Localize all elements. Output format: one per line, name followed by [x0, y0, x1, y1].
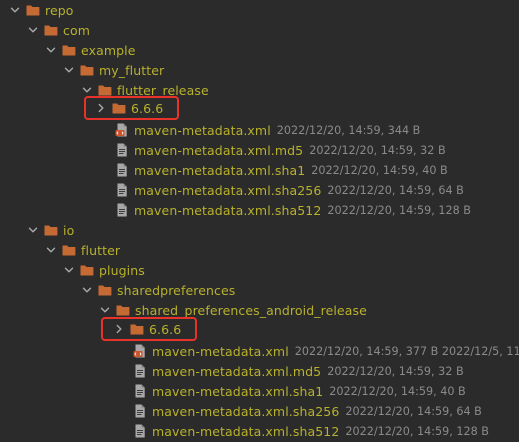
tree-row-file[interactable]: maven-metadata.xml.sha1 2022/12/20, 14:5…	[132, 381, 466, 401]
chevron-down-icon[interactable]	[8, 0, 22, 20]
tree-row-repo[interactable]: repo	[8, 0, 74, 20]
tree-row-file[interactable]: maven-metadata.xml.sha1 2022/12/20, 14:5…	[114, 160, 448, 180]
file-name: maven-metadata.xml.md5	[134, 142, 304, 158]
file-meta: 2022/12/20, 14:59, 40 B	[329, 384, 466, 398]
folder-name: com	[63, 22, 90, 38]
tree-row-com[interactable]: com	[26, 20, 90, 40]
file-meta: 2022/12/20, 14:59, 64 B	[327, 183, 464, 197]
tree-row-plugins[interactable]: plugins	[62, 260, 145, 280]
folder-name: shared_preferences_android_release	[135, 302, 367, 318]
file-name: maven-metadata.xml	[134, 122, 271, 138]
highlight-box	[84, 96, 179, 120]
file-name: maven-metadata.xml.sha1	[152, 383, 324, 399]
xml-file-icon	[114, 122, 130, 138]
file-meta: 2022/12/20, 14:59, 377 B 2022/12/5, 11:0…	[294, 344, 519, 358]
tree-row-file[interactable]: maven-metadata.xml.sha256 2022/12/20, 14…	[132, 401, 482, 421]
folder-name: flutter	[81, 242, 121, 258]
folder-name: plugins	[99, 262, 145, 278]
chevron-down-icon[interactable]	[26, 20, 40, 40]
tree-row-io[interactable]: io	[26, 220, 74, 240]
project-file-tree: repo com example my_flutter flutter_rele…	[0, 0, 519, 442]
chevron-down-icon[interactable]	[44, 40, 58, 60]
text-file-icon	[132, 383, 148, 399]
folder-icon	[43, 222, 59, 238]
tree-row-file[interactable]: maven-metadata.xml.md5 2022/12/20, 14:59…	[114, 140, 446, 160]
highlight-box	[101, 317, 197, 341]
folder-icon	[43, 22, 59, 38]
tree-row-file[interactable]: maven-metadata.xml 2022/12/20, 14:59, 37…	[132, 341, 519, 361]
file-name: maven-metadata.xml	[152, 343, 289, 359]
folder-icon	[97, 282, 113, 298]
file-meta: 2022/12/20, 14:59, 32 B	[309, 143, 446, 157]
folder-name: example	[81, 42, 136, 58]
chevron-down-icon[interactable]	[26, 220, 40, 240]
tree-row-file[interactable]: maven-metadata.xml.sha512 2022/12/20, 14…	[114, 200, 471, 220]
folder-name: my_flutter	[99, 62, 165, 78]
xml-file-icon	[132, 343, 148, 359]
text-file-icon	[114, 202, 130, 218]
tree-row-my-flutter[interactable]: my_flutter	[62, 60, 164, 80]
folder-name: io	[63, 222, 75, 238]
tree-row-sharedpreferences[interactable]: sharedpreferences	[80, 280, 235, 300]
folder-icon	[61, 242, 77, 258]
folder-icon	[115, 302, 131, 318]
tree-row-file[interactable]: maven-metadata.xml.md5 2022/12/20, 14:59…	[132, 361, 464, 381]
file-meta: 2022/12/20, 14:59, 40 B	[311, 163, 448, 177]
file-name: maven-metadata.xml.sha256	[134, 182, 322, 198]
file-name: maven-metadata.xml.sha1	[134, 162, 306, 178]
text-file-icon	[114, 162, 130, 178]
chevron-down-icon[interactable]	[62, 260, 76, 280]
tree-row-file[interactable]: maven-metadata.xml.sha512 2022/12/20, 14…	[132, 421, 489, 441]
folder-icon	[25, 2, 41, 18]
tree-row-flutter[interactable]: flutter	[44, 240, 120, 260]
chevron-down-icon[interactable]	[80, 280, 94, 300]
tree-row-file[interactable]: maven-metadata.xml 2022/12/20, 14:59, 34…	[114, 120, 420, 140]
file-name: maven-metadata.xml.sha512	[134, 202, 322, 218]
file-meta: 2022/12/20, 14:59, 32 B	[327, 364, 464, 378]
tree-row-example[interactable]: example	[44, 40, 136, 60]
file-name: maven-metadata.xml.md5	[152, 363, 322, 379]
file-name: maven-metadata.xml.sha512	[152, 423, 340, 439]
file-meta: 2022/12/20, 14:59, 128 B	[327, 203, 471, 217]
file-meta: 2022/12/20, 14:59, 344 B	[276, 123, 421, 137]
text-file-icon	[132, 423, 148, 439]
file-meta: 2022/12/20, 14:59, 64 B	[345, 404, 482, 418]
chevron-down-icon[interactable]	[44, 240, 58, 260]
text-file-icon	[114, 142, 130, 158]
tree-row-file[interactable]: maven-metadata.xml.sha256 2022/12/20, 14…	[114, 180, 464, 200]
folder-name: sharedpreferences	[117, 282, 236, 298]
folder-icon	[79, 262, 95, 278]
text-file-icon	[132, 403, 148, 419]
folder-name: repo	[45, 2, 74, 18]
chevron-down-icon[interactable]	[62, 60, 76, 80]
file-meta: 2022/12/20, 14:59, 128 B	[345, 424, 489, 438]
text-file-icon	[114, 182, 130, 198]
file-name: maven-metadata.xml.sha256	[152, 403, 340, 419]
folder-icon	[79, 62, 95, 78]
folder-icon	[61, 42, 77, 58]
text-file-icon	[132, 363, 148, 379]
